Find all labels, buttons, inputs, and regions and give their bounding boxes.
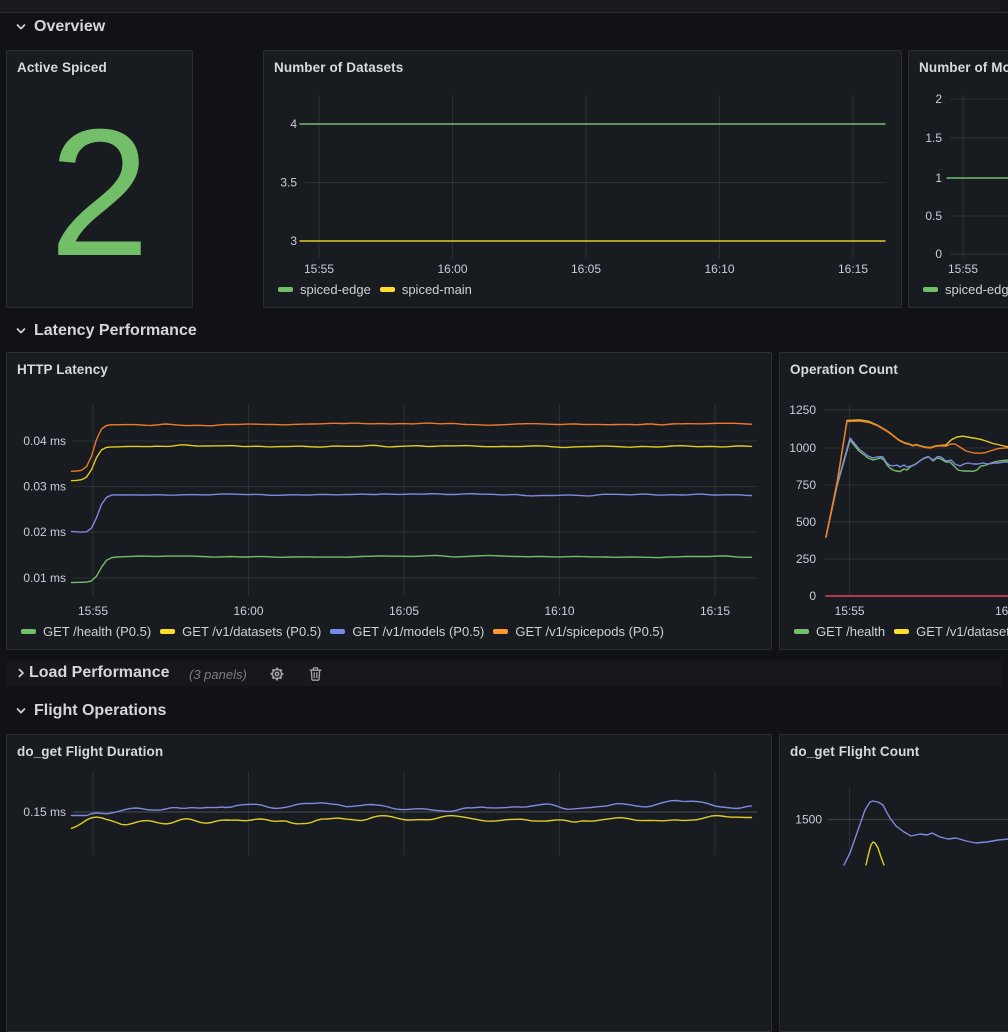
svg-text:16:05: 16:05 xyxy=(389,604,419,618)
svg-text:1000: 1000 xyxy=(789,441,816,455)
svg-text:15:55: 15:55 xyxy=(948,262,978,276)
svg-text:750: 750 xyxy=(796,478,816,492)
svg-text:15:55: 15:55 xyxy=(304,262,334,276)
svg-text:16:15: 16:15 xyxy=(700,604,730,618)
svg-text:15:55: 15:55 xyxy=(835,604,865,618)
svg-text:250: 250 xyxy=(796,552,816,566)
svg-text:1250: 1250 xyxy=(789,403,816,417)
svg-text:500: 500 xyxy=(796,515,816,529)
svg-text:0.02 ms: 0.02 ms xyxy=(23,525,66,539)
svg-text:0.5: 0.5 xyxy=(925,209,942,223)
svg-text:2: 2 xyxy=(935,92,942,106)
svg-text:1: 1 xyxy=(935,171,942,185)
svg-text:0.03 ms: 0.03 ms xyxy=(23,480,66,494)
svg-text:1.5: 1.5 xyxy=(925,131,942,145)
svg-text:3: 3 xyxy=(290,234,297,248)
svg-text:16:10: 16:10 xyxy=(704,262,734,276)
svg-text:0.04 ms: 0.04 ms xyxy=(23,434,66,448)
svg-text:16:00: 16:00 xyxy=(437,262,467,276)
svg-text:0.15 ms: 0.15 ms xyxy=(23,805,66,819)
svg-text:16:15: 16:15 xyxy=(838,262,868,276)
svg-text:16:10: 16:10 xyxy=(544,604,574,618)
svg-text:0: 0 xyxy=(935,247,942,261)
svg-text:16:00: 16:00 xyxy=(233,604,263,618)
svg-text:15:55: 15:55 xyxy=(78,604,108,618)
svg-text:3.5: 3.5 xyxy=(280,176,297,190)
svg-text:16:00: 16:00 xyxy=(995,604,1008,618)
svg-text:1500: 1500 xyxy=(795,813,822,827)
svg-text:16:05: 16:05 xyxy=(571,262,601,276)
svg-text:0.01 ms: 0.01 ms xyxy=(23,571,66,585)
svg-text:0: 0 xyxy=(809,589,816,603)
svg-text:4: 4 xyxy=(290,117,297,131)
